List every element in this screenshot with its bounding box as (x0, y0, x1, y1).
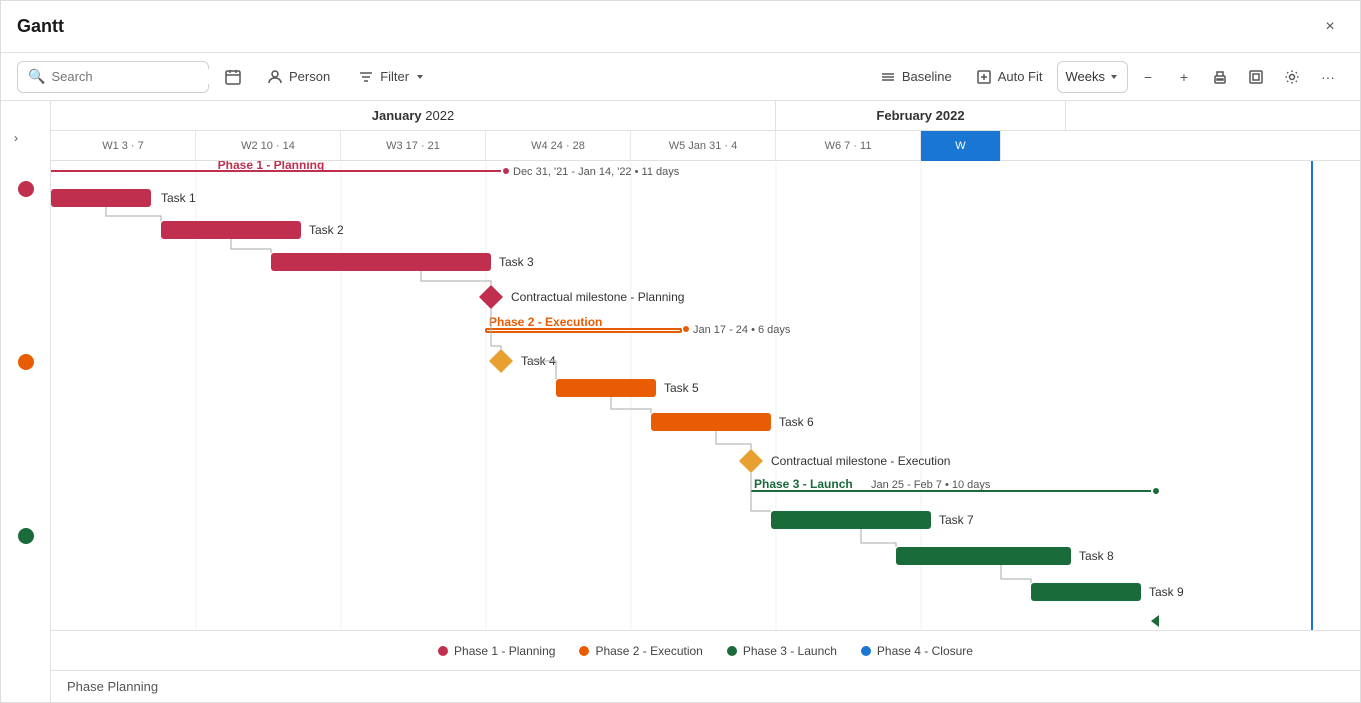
phase3-detail: Jan 25 - Feb 7 • 10 days (871, 479, 991, 491)
gantt-chart-area: January 2022 February 2022 W1 3 · 7 W2 1… (51, 101, 1360, 702)
phase3-dot (18, 528, 34, 544)
phase-footer: Phase Planning (51, 670, 1360, 702)
gantt-svg: Phase 1 - Planning Dec 31, '21 - Jan 14,… (51, 161, 1360, 630)
week-w6: W6 7 · 11 (776, 131, 921, 161)
window-title: Gantt (17, 16, 64, 37)
header-right: × (1316, 13, 1344, 41)
phase2-dot (18, 354, 34, 370)
month-row: January 2022 February 2022 (51, 101, 1360, 131)
zoom-out-button[interactable]: − (1132, 61, 1164, 93)
weeks-label: Weeks (1066, 69, 1106, 84)
person-label: Person (289, 69, 330, 84)
legend-label-phase4: Phase 4 - Closure (877, 644, 973, 658)
month-january: January 2022 (51, 101, 776, 130)
phase1-detail: Dec 31, '21 - Jan 14, '22 • 11 days (513, 166, 680, 178)
task5-bar[interactable] (556, 379, 656, 397)
phase2-detail: Jan 17 - 24 • 6 days (693, 324, 791, 336)
search-box[interactable]: 🔍 (17, 61, 209, 93)
calendar-icon-btn[interactable] (217, 61, 249, 93)
task9-bar[interactable] (1031, 583, 1141, 601)
task7-label: Task 7 (939, 513, 974, 527)
legend-dot-phase2 (579, 646, 589, 656)
week-w3: W3 17 · 21 (341, 131, 486, 161)
legend-label-phase1: Phase 1 - Planning (454, 644, 555, 658)
legend-label-phase2: Phase 2 - Execution (595, 644, 702, 658)
phase-planning-label: Phase Planning (67, 679, 158, 694)
legend-phase4: Phase 4 - Closure (861, 644, 973, 658)
week-w1: W1 3 · 7 (51, 131, 196, 161)
week-w5: W5 Jan 31 · 4 (631, 131, 776, 161)
more-button[interactable]: ··· (1312, 61, 1344, 93)
task8-label: Task 8 (1079, 549, 1114, 563)
header: Gantt × (1, 1, 1360, 53)
week-row: W1 3 · 7 W2 10 · 14 W3 17 · 21 W4 24 · 2… (51, 131, 1360, 161)
zoom-in-button[interactable]: + (1168, 61, 1200, 93)
task3-label: Task 3 (499, 255, 534, 269)
legend-dot-phase4 (861, 646, 871, 656)
task7-bar[interactable] (771, 511, 931, 529)
filter-label: Filter (380, 69, 409, 84)
person-button[interactable]: Person (257, 61, 340, 93)
toolbar-right: Baseline Auto Fit Weeks − + ··· (870, 61, 1344, 93)
week-w4: W4 24 · 28 (486, 131, 631, 161)
legend-dot-phase3 (727, 646, 737, 656)
milestone1-diamond (479, 285, 503, 309)
weeks-selector[interactable]: Weeks (1057, 61, 1129, 93)
baseline-label: Baseline (902, 69, 952, 84)
print-button[interactable] (1204, 61, 1236, 93)
header-left: Gantt (17, 16, 64, 37)
app-window: Gantt × 🔍 Person Filter Baseline (0, 0, 1361, 703)
gantt-body: Phase 1 - Planning Dec 31, '21 - Jan 14,… (51, 161, 1360, 630)
phase1-dot (18, 181, 34, 197)
phase1-label: Phase 1 - Planning (218, 161, 325, 172)
settings-button[interactable] (1276, 61, 1308, 93)
today-line (1311, 161, 1313, 630)
baseline-button[interactable]: Baseline (870, 61, 962, 93)
task2-label: Task 2 (309, 223, 344, 237)
search-icon: 🔍 (28, 68, 45, 85)
autofit-label: Auto Fit (998, 69, 1043, 84)
task3-bar[interactable] (271, 253, 491, 271)
legend-dot-phase1 (438, 646, 448, 656)
task1-bar[interactable] (51, 189, 151, 207)
legend-label-phase3: Phase 3 - Launch (743, 644, 837, 658)
task6-label: Task 6 (779, 415, 814, 429)
phase3-label: Phase 3 - Launch (754, 477, 853, 491)
week-w2: W2 10 · 14 (196, 131, 341, 161)
fit-button[interactable] (1240, 61, 1272, 93)
legend-phase1: Phase 1 - Planning (438, 644, 555, 658)
task4-diamond (489, 349, 513, 373)
sidebar-arrow[interactable]: › (14, 131, 18, 145)
milestone1-label: Contractual milestone - Planning (511, 290, 684, 304)
sidebar: › (1, 101, 51, 702)
milestone2-diamond (739, 449, 763, 473)
month-february: February 2022 (776, 101, 1066, 130)
legend-phase3: Phase 3 - Launch (727, 644, 837, 658)
main-area: › January 2022 February 2022 W1 3 · 7 (1, 101, 1360, 702)
milestone2-label: Contractual milestone - Execution (771, 454, 950, 468)
filter-button[interactable]: Filter (348, 61, 435, 93)
phase2-label: Phase 2 - Execution (489, 315, 602, 329)
legend: Phase 1 - Planning Phase 2 - Execution P… (51, 630, 1360, 670)
task6-bar[interactable] (651, 413, 771, 431)
task1-label: Task 1 (161, 191, 196, 205)
legend-phase2: Phase 2 - Execution (579, 644, 702, 658)
week-w7: W (921, 131, 1001, 161)
task8-bar[interactable] (896, 547, 1071, 565)
close-button[interactable]: × (1316, 13, 1344, 41)
timeline-header: January 2022 February 2022 W1 3 · 7 W2 1… (51, 101, 1360, 161)
task2-bar[interactable] (161, 221, 301, 239)
autofit-button[interactable]: Auto Fit (966, 61, 1053, 93)
task5-label: Task 5 (664, 381, 699, 395)
search-input[interactable] (51, 69, 227, 84)
task9-label: Task 9 (1149, 585, 1184, 599)
toolbar: 🔍 Person Filter Baseline Auto Fit W (1, 53, 1360, 101)
